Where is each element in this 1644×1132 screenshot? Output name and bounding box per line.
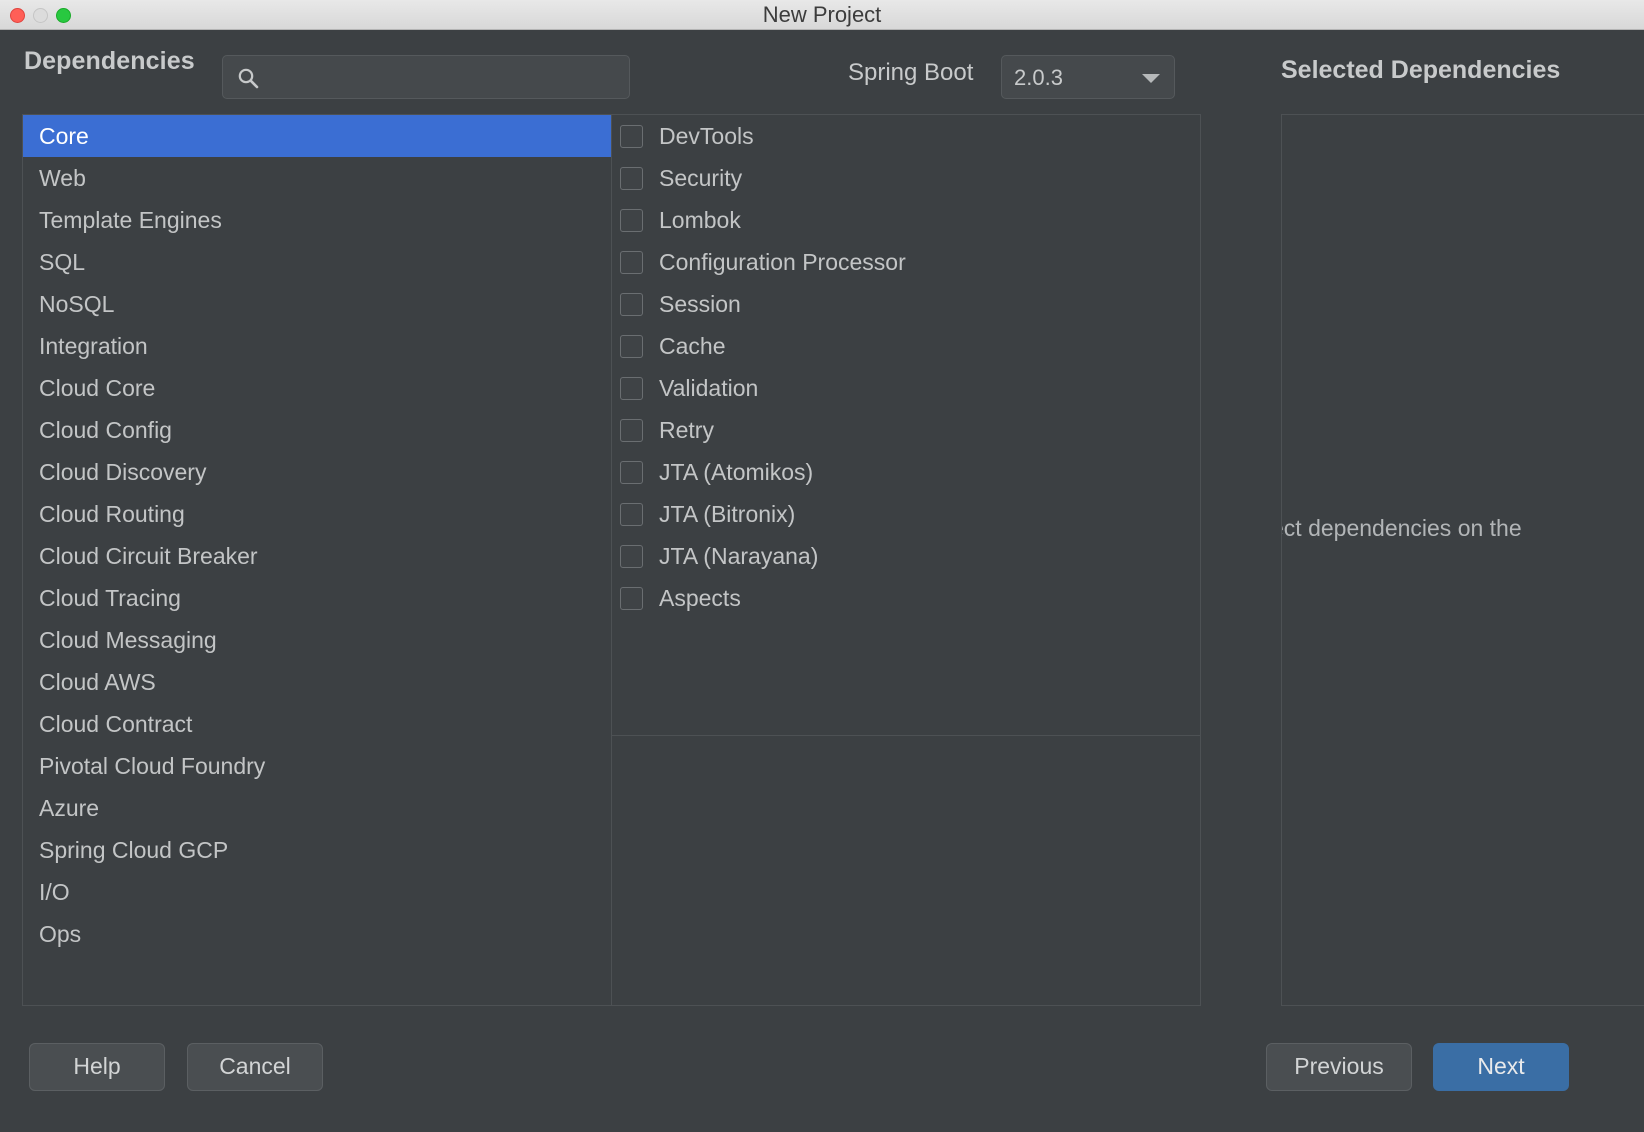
dependency-item[interactable]: Validation <box>612 367 1200 409</box>
category-item[interactable]: Pivotal Cloud Foundry <box>23 745 611 787</box>
search-box[interactable] <box>222 55 630 99</box>
category-item[interactable]: NoSQL <box>23 283 611 325</box>
dependency-label: Configuration Processor <box>659 248 906 275</box>
dependency-checkbox[interactable] <box>620 334 643 358</box>
dependency-item[interactable]: Aspects <box>612 577 1200 619</box>
category-list[interactable]: Core Web Template Engines SQL NoSQL Integrati… <box>22 114 611 1006</box>
spring-boot-version-select[interactable]: 2.0.3 <box>1001 55 1175 99</box>
category-item[interactable]: Cloud Discovery <box>23 451 611 493</box>
category-item[interactable]: I/O <box>23 871 611 913</box>
next-button[interactable]: Next <box>1433 1043 1569 1091</box>
category-item[interactable]: Integration <box>23 325 611 367</box>
dependency-label: Cache <box>659 332 726 359</box>
chevron-down-icon <box>1142 74 1160 83</box>
category-item[interactable]: Azure <box>23 787 611 829</box>
dependency-label: JTA (Atomikos) <box>659 458 814 485</box>
dependency-label: Retry <box>659 416 714 443</box>
window-titlebar: New Project <box>0 0 1644 30</box>
dependency-checkbox[interactable] <box>620 208 643 232</box>
category-item[interactable]: Ops <box>23 913 611 955</box>
dependency-checkbox[interactable] <box>620 250 643 274</box>
dependency-checkbox[interactable] <box>620 586 643 610</box>
selected-dependencies-hint: ect dependencies on the <box>1281 515 1522 541</box>
dependency-checkbox[interactable] <box>620 292 643 316</box>
dependency-label: JTA (Narayana) <box>659 542 819 569</box>
category-item[interactable]: Template Engines <box>23 199 611 241</box>
dependency-checkbox[interactable] <box>620 124 643 148</box>
category-item[interactable]: Core <box>23 115 611 157</box>
dependency-label: Security <box>659 164 743 191</box>
category-item[interactable]: Cloud Messaging <box>23 619 611 661</box>
dependency-checkbox[interactable] <box>620 502 643 526</box>
selected-dependencies-panel[interactable]: ect dependencies on the <box>1281 114 1644 1006</box>
window-title: New Project <box>762 2 882 27</box>
dependency-label: Aspects <box>659 584 741 611</box>
selected-dependencies-heading: Selected Dependencies <box>1281 56 1561 84</box>
spring-boot-label: Spring Boot <box>848 59 974 86</box>
dependency-item[interactable]: JTA (Narayana) <box>612 535 1200 577</box>
category-item[interactable]: Cloud Circuit Breaker <box>23 535 611 577</box>
dependency-label: Session <box>659 290 741 317</box>
dependency-item[interactable]: Security <box>612 157 1200 199</box>
category-item[interactable]: Cloud Core <box>23 367 611 409</box>
category-item[interactable]: Spring Cloud GCP <box>23 829 611 871</box>
dependency-list-divider <box>612 735 1200 736</box>
dependency-list[interactable]: DevTools Security Lombok Configuration Proc… <box>611 114 1201 1006</box>
dependency-item[interactable]: Configuration Processor <box>612 241 1200 283</box>
dependency-item[interactable]: JTA (Atomikos) <box>612 451 1200 493</box>
help-button[interactable]: Help <box>29 1043 165 1091</box>
dependencies-heading: Dependencies <box>24 47 195 75</box>
dependency-checkbox[interactable] <box>620 166 643 190</box>
new-project-dialog: New Project Dependencies Spring Boot 2.0… <box>0 0 1644 1132</box>
cancel-button[interactable]: Cancel <box>187 1043 323 1091</box>
dependency-checkbox[interactable] <box>620 418 643 442</box>
category-item[interactable]: Cloud Tracing <box>23 577 611 619</box>
category-item[interactable]: Web <box>23 157 611 199</box>
search-input[interactable] <box>269 56 625 98</box>
dependency-checkbox[interactable] <box>620 460 643 484</box>
category-item[interactable]: Cloud Config <box>23 409 611 451</box>
dependency-item[interactable]: JTA (Bitronix) <box>612 493 1200 535</box>
category-item[interactable]: Cloud Contract <box>23 703 611 745</box>
category-item[interactable]: Cloud AWS <box>23 661 611 703</box>
dependency-label: Lombok <box>659 206 741 233</box>
dependency-item[interactable]: Lombok <box>612 199 1200 241</box>
dialog-header: Dependencies Spring Boot 2.0.3 Selected … <box>0 30 1644 100</box>
spring-boot-version-value: 2.0.3 <box>1014 65 1063 90</box>
dependency-item[interactable]: Session <box>612 283 1200 325</box>
search-icon <box>237 67 259 89</box>
dependency-checkbox[interactable] <box>620 544 643 568</box>
dependency-checkbox[interactable] <box>620 376 643 400</box>
dialog-button-bar: Help Cancel Previous Next <box>0 1022 1644 1132</box>
dependency-label: JTA (Bitronix) <box>659 500 796 527</box>
dependency-item[interactable]: Cache <box>612 325 1200 367</box>
category-item[interactable]: Cloud Routing <box>23 493 611 535</box>
dependency-item[interactable]: Retry <box>612 409 1200 451</box>
dependency-label: DevTools <box>659 122 754 149</box>
category-item[interactable]: SQL <box>23 241 611 283</box>
dependency-label: Validation <box>659 374 759 401</box>
dependency-item[interactable]: DevTools <box>612 115 1200 157</box>
previous-button[interactable]: Previous <box>1266 1043 1412 1091</box>
